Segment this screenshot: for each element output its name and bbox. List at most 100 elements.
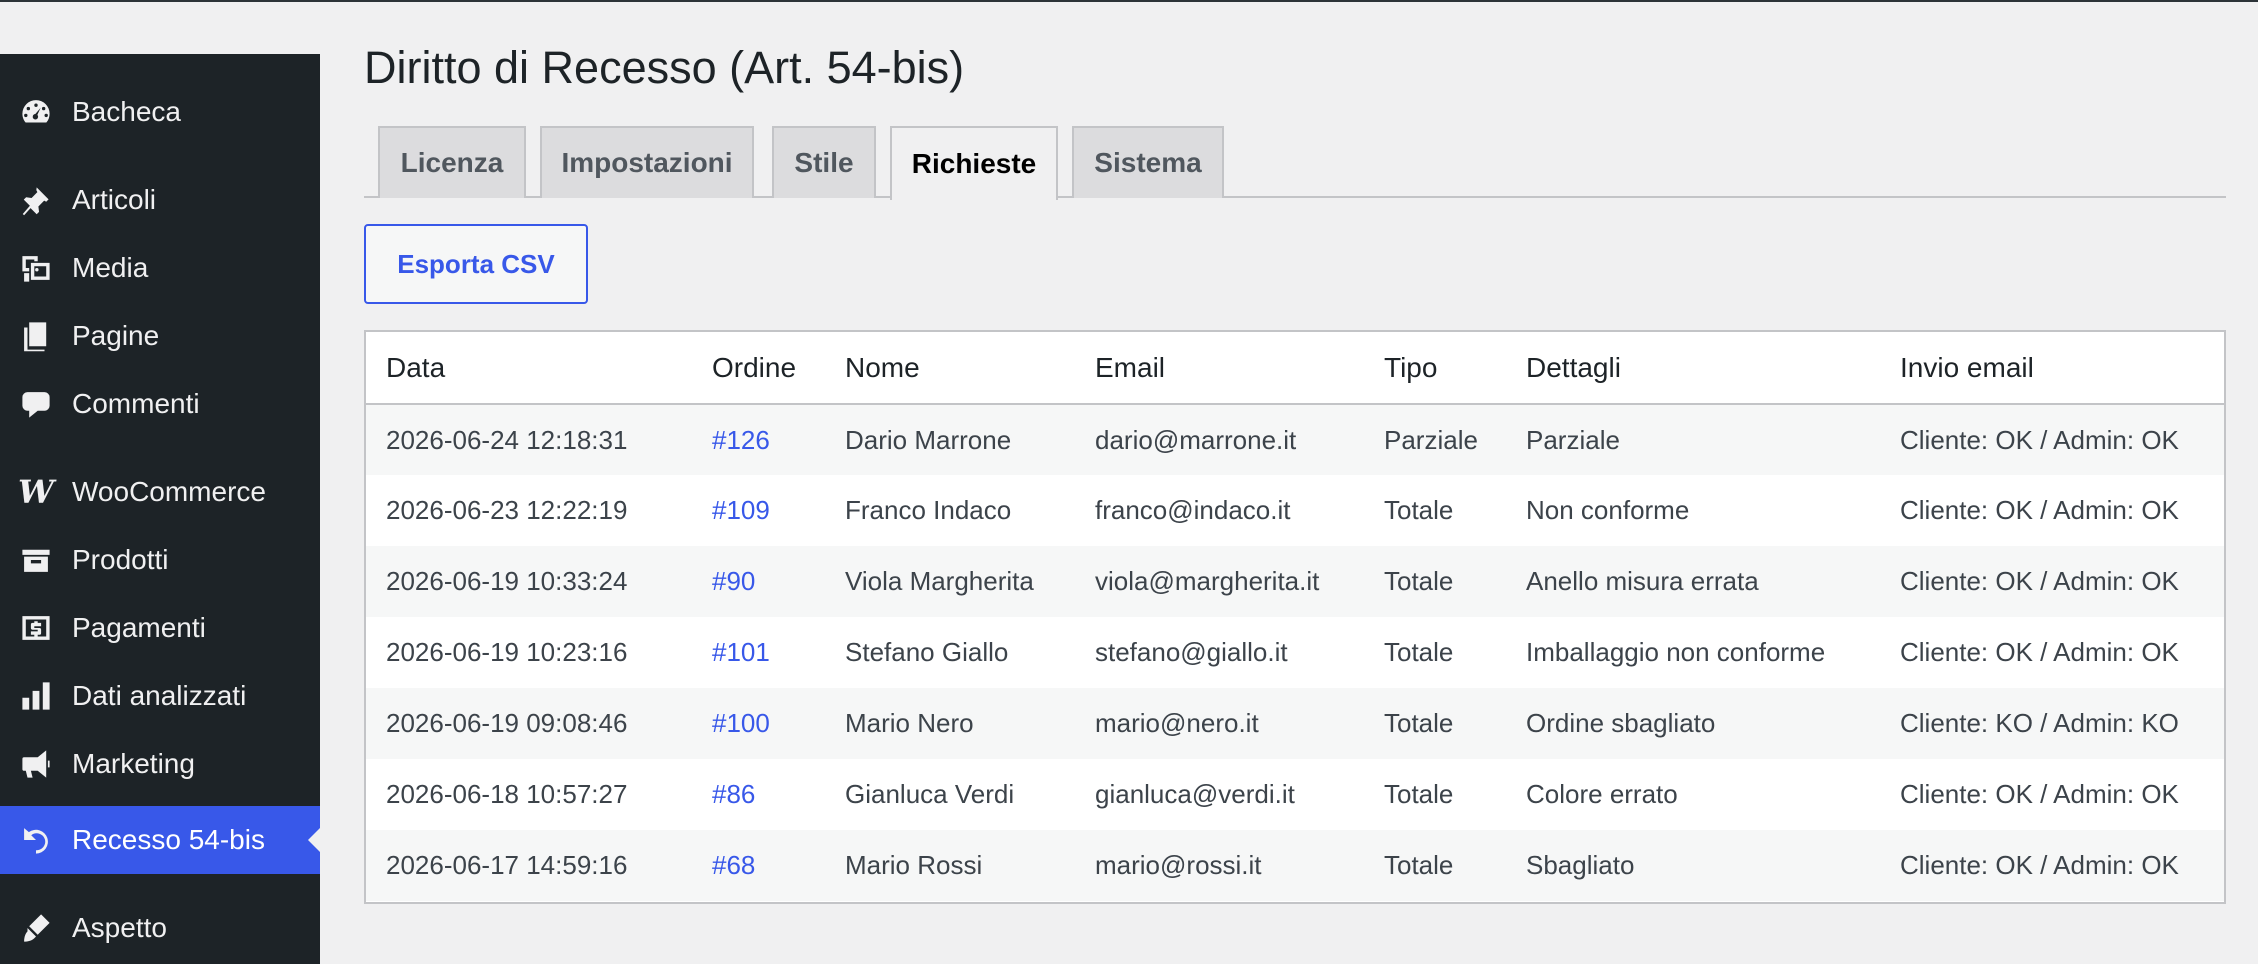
cell-date: 2026-06-18 10:57:27 [386, 779, 628, 809]
cell-email-status: Cliente: OK / Admin: OK [1900, 566, 2179, 596]
tab-impostazioni[interactable]: Impostazioni [540, 126, 754, 198]
tab-licenza[interactable]: Licenza [378, 126, 526, 198]
sidebar-item-marketing[interactable]: Marketing [0, 730, 320, 798]
column-header: Ordine [692, 332, 825, 405]
sidebar-item-commenti[interactable]: Commenti [0, 370, 320, 438]
cell-date: 2026-06-19 10:33:24 [386, 566, 628, 596]
cell-date: 2026-06-23 12:22:19 [386, 495, 628, 525]
sidebar-item-aspetto[interactable]: Aspetto [0, 894, 320, 962]
cell-email-status: Cliente: OK / Admin: OK [1900, 779, 2179, 809]
cell-details: Non conforme [1526, 495, 1690, 525]
table-row: 2026-06-19 10:33:24 #90 Viola Margherita… [366, 546, 2224, 617]
sidebar-item-label: Articoli [72, 184, 157, 215]
table-row: 2026-06-18 10:57:27 #86 Gianluca Verdi g… [366, 759, 2224, 830]
cell-name: Gianluca Verdi [845, 779, 1015, 809]
sidebar-item-label: Marketing [72, 748, 195, 779]
order-link[interactable]: #90 [712, 566, 755, 596]
sidebar-item-label: Recesso 54-bis [72, 824, 265, 855]
cell-email-status: Cliente: OK / Admin: OK [1900, 637, 2179, 667]
column-header: Invio email [1880, 332, 2224, 405]
tab-sistema[interactable]: Sistema [1072, 126, 1224, 198]
order-link[interactable]: #68 [712, 850, 755, 880]
cell-email: franco@indaco.it [1095, 495, 1291, 525]
sidebar-item-bacheca[interactable]: Bacheca [0, 78, 320, 146]
comment-icon [0, 370, 72, 438]
cell-order: #109 [692, 475, 825, 546]
table-header-row: Data Ordine Nome Email Tipo Dettagli Inv… [366, 332, 2224, 405]
tab-richieste[interactable]: Richieste [890, 126, 1058, 200]
cell-email: dario@marrone.it [1095, 424, 1297, 455]
sidebar-item-label: Pagamenti [72, 612, 206, 643]
column-header: Tipo [1364, 332, 1506, 405]
cell-order: #101 [692, 617, 825, 688]
cell-details: Colore errato [1526, 779, 1678, 809]
tab-stile[interactable]: Stile [772, 126, 876, 198]
sidebar-item-pagine[interactable]: Pagine [0, 302, 320, 370]
order-link[interactable]: #101 [712, 637, 770, 667]
cell-order: #90 [692, 546, 825, 617]
cell-type: Parziale [1384, 424, 1478, 455]
admin-top-bar [0, 0, 2258, 54]
cell-type: Totale [1384, 708, 1454, 738]
cell-email-status: Cliente: OK / Admin: OK [1900, 850, 2179, 880]
table-row: 2026-06-24 12:18:31 #126 Dario Marrone d… [366, 404, 2224, 475]
sidebar-item-label: Dati analizzati [72, 680, 247, 711]
table-row: 2026-06-23 12:22:19 #109 Franco Indaco f… [366, 475, 2224, 546]
settings-tabs: Licenza Impostazioni Stile Richieste Sis… [364, 126, 2226, 200]
column-header: Nome [825, 332, 1075, 405]
cell-email: stefano@giallo.it [1095, 637, 1288, 667]
column-header: Email [1075, 332, 1364, 405]
cell-details: Parziale [1526, 424, 1620, 455]
order-link[interactable]: #86 [712, 779, 755, 809]
cell-name: Mario Rossi [845, 850, 983, 880]
requests-table: Data Ordine Nome Email Tipo Dettagli Inv… [364, 330, 2226, 904]
cell-email-status: Cliente: KO / Admin: KO [1900, 708, 2179, 738]
sidebar-item-dati-analizzati[interactable]: Dati analizzati [0, 662, 320, 730]
brush-icon [0, 894, 72, 962]
cell-type: Totale [1384, 850, 1454, 880]
cell-date: 2026-06-19 09:08:46 [386, 708, 628, 738]
megaphone-icon [0, 730, 72, 798]
bar-chart-icon [0, 662, 72, 730]
column-header: Dettagli [1506, 332, 1880, 405]
dollar-icon [0, 594, 72, 662]
pages-icon [0, 302, 72, 370]
sidebar-item-recesso[interactable]: Recesso 54-bis [0, 806, 320, 874]
sidebar-item-articoli[interactable]: Articoli [0, 166, 320, 234]
cell-details: Anello misura errata [1526, 566, 1759, 596]
cell-email: gianluca@verdi.it [1095, 779, 1295, 809]
cell-name: Dario Marrone [845, 424, 1012, 455]
order-link[interactable]: #109 [712, 495, 770, 525]
sidebar-item-label: WooCommerce [72, 476, 266, 507]
cell-type: Totale [1384, 495, 1454, 525]
cell-type: Totale [1384, 779, 1454, 809]
woocommerce-icon: W [18, 473, 54, 511]
admin-sidebar: Bacheca Articoli Media Pagine Commenti W… [0, 54, 320, 964]
sidebar-item-prodotti[interactable]: Prodotti [0, 526, 320, 594]
cell-order: #68 [692, 830, 825, 901]
sidebar-item-label: Commenti [72, 388, 200, 419]
sidebar-item-pagamenti[interactable]: Pagamenti [0, 594, 320, 662]
cell-details: Ordine sbagliato [1526, 708, 1716, 738]
column-header: Data [366, 332, 692, 405]
order-link[interactable]: #100 [712, 708, 770, 738]
cell-date: 2026-06-19 10:23:16 [386, 637, 628, 667]
order-link[interactable]: #126 [712, 425, 770, 455]
sidebar-item-label: Bacheca [72, 96, 181, 127]
cell-date: 2026-06-24 12:18:31 [386, 424, 628, 455]
archive-icon [0, 526, 72, 594]
cell-type: Totale [1384, 566, 1454, 596]
sidebar-item-label: Prodotti [72, 544, 169, 575]
sidebar-item-woocommerce[interactable]: W WooCommerce [0, 458, 320, 526]
sidebar-item-label: Media [72, 252, 149, 283]
cell-order: #86 [692, 759, 825, 830]
table-row: 2026-06-19 10:23:16 #101 Stefano Giallo … [366, 617, 2224, 688]
sidebar-item-media[interactable]: Media [0, 234, 320, 302]
cell-name: Franco Indaco [845, 495, 1012, 525]
cell-details: Imballaggio non conforme [1526, 637, 1826, 667]
cell-name: Mario Nero [845, 708, 974, 738]
cell-email: mario@nero.it [1095, 708, 1259, 738]
cell-name: Stefano Giallo [845, 637, 1009, 667]
sidebar-item-label: Aspetto [72, 912, 167, 943]
export-csv-button[interactable]: Esporta CSV [364, 224, 588, 304]
